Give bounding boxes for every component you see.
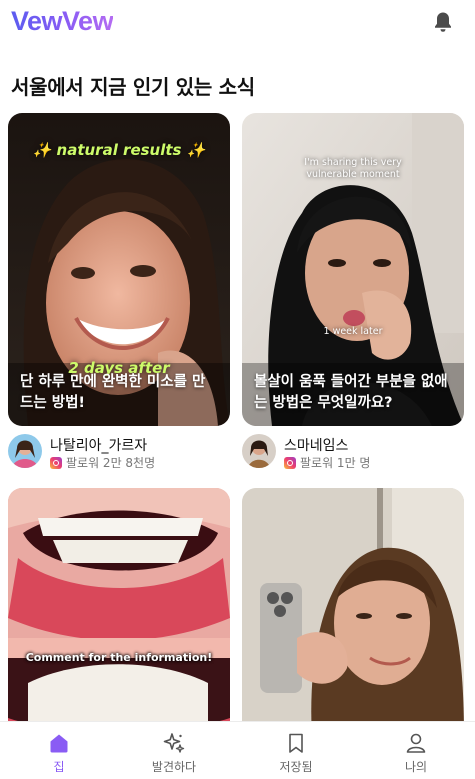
nav-label: 저장됨: [279, 760, 313, 774]
avatar: [8, 434, 42, 468]
post-card[interactable]: ✨ natural results ✨ 2 days after 단 하루 만에…: [8, 113, 230, 426]
app-header: VewVew: [0, 0, 475, 50]
sparkle-icon: [163, 733, 185, 753]
nav-home[interactable]: 집: [0, 722, 118, 779]
overlay-text-top: I'm sharing this very vulnerable moment: [304, 157, 402, 180]
author-followers: 팔로워 1만 명: [284, 454, 370, 471]
post-card[interactable]: I'm sharing this very vulnerable moment …: [242, 113, 464, 426]
bell-icon[interactable]: [433, 11, 453, 33]
follower-count: 팔로워 2만 8천명: [66, 456, 156, 470]
user-icon: [406, 733, 426, 753]
home-icon: [50, 734, 68, 753]
nav-label: 집: [53, 760, 65, 774]
nav-saved[interactable]: 저장됨: [237, 722, 355, 779]
nav-label: 발견하다: [151, 760, 197, 774]
post-caption: 단 하루 만에 완벽한 미소를 만드는 방법!: [20, 374, 206, 411]
overlay-text-top: ✨ natural results ✨: [32, 141, 206, 159]
section-title: 서울에서 지금 인기 있는 소식: [11, 75, 255, 99]
bottom-navigation: 집 발견하다 저장됨 나의: [0, 721, 475, 779]
nav-profile[interactable]: 나의: [357, 722, 475, 779]
overlay-text-bottom: Comment for the information!: [25, 651, 213, 664]
post-thumbnail: [8, 488, 230, 738]
post-card[interactable]: Comment for the information!: [8, 488, 230, 738]
post-card[interactable]: [242, 488, 464, 738]
author-name: 스마네임스: [284, 438, 349, 454]
bookmark-icon: [289, 733, 303, 753]
nav-label: 나의: [404, 760, 428, 774]
app-logo[interactable]: VewVew: [11, 6, 114, 37]
follower-count: 팔로워 1만 명: [300, 456, 371, 470]
post-author[interactable]: 스마네임스 팔로워 1만 명: [242, 434, 464, 470]
overlay-text-bottom: 1 week later: [323, 326, 383, 337]
avatar: [242, 434, 276, 468]
author-name: 나탈리아_가르자: [50, 438, 148, 454]
nav-discover[interactable]: 발견하다: [115, 722, 233, 779]
instagram-icon: [50, 456, 62, 469]
instagram-icon: [284, 456, 296, 469]
author-followers: 팔로워 2만 8천명: [50, 454, 155, 471]
post-author[interactable]: 나탈리아_가르자 팔로워 2만 8천명: [8, 434, 230, 470]
post-caption: 볼살이 움푹 들어간 부분을 없애는 방법은 무엇일까요?: [254, 374, 448, 411]
post-thumbnail: [242, 488, 464, 738]
